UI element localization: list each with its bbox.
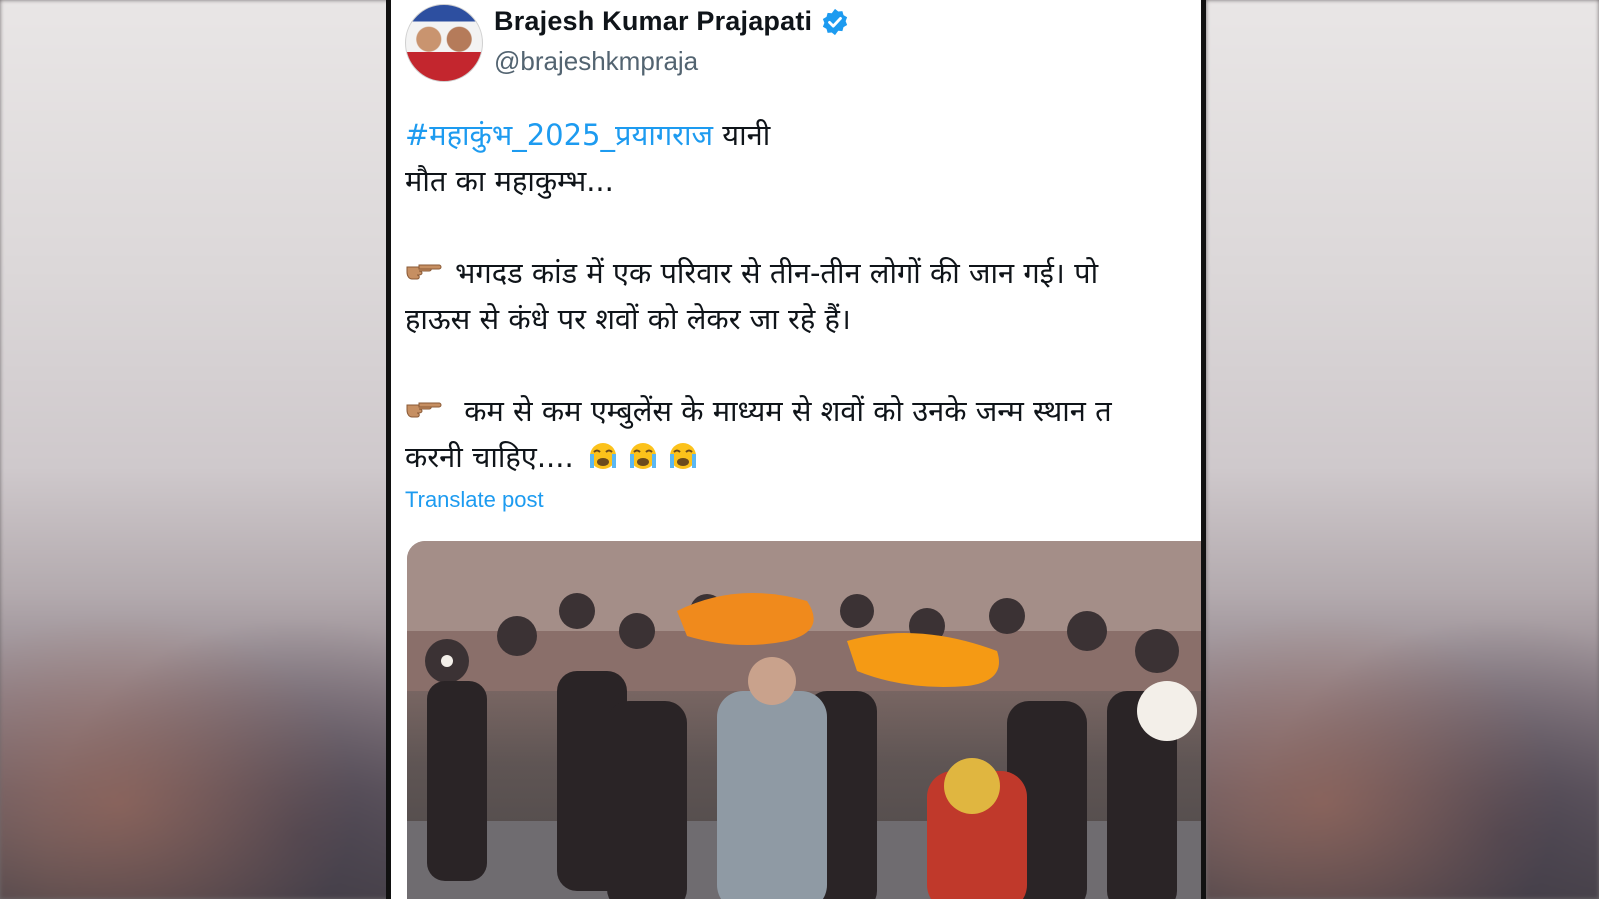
frame-border-right [1201, 0, 1206, 899]
post-line-2: मौत का महाकुम्भ... [405, 164, 614, 198]
post-line-1: #महाकुंभ_2025_प्रयागराज यानी [405, 112, 1201, 158]
post-line-6: करनी चाहिए.... [405, 434, 1201, 480]
translate-post-link[interactable]: Translate post [405, 487, 544, 513]
post-text-segment: यानी [713, 118, 771, 152]
post-media-image[interactable] [407, 541, 1201, 899]
post-text-segment: भगदड कांड में एक परिवार से तीन-तीन लोगों… [455, 256, 1099, 290]
loudly-crying-face-icon [629, 443, 656, 469]
blurred-background-right [1206, 0, 1599, 899]
author-handle[interactable]: @brajeshkmpraja [494, 46, 698, 77]
screenshot-stage: Brajesh Kumar Prajapati @brajeshkmpraja … [0, 0, 1599, 899]
author-display-name[interactable]: Brajesh Kumar Prajapati [494, 6, 812, 37]
post-line-4: हाऊस से कंधे पर शवों को लेकर जा रहे हैं। [405, 302, 851, 336]
loudly-crying-face-icon [669, 443, 696, 469]
author-name-row: Brajesh Kumar Prajapati [494, 6, 850, 37]
post-text-segment: करनी चाहिए.... [405, 440, 574, 474]
post-text-segment: कम से कम एम्बुलेंस के माध्यम से शवों को … [455, 394, 1112, 428]
post-line-3: भगदड कांड में एक परिवार से तीन-तीन लोगों… [405, 250, 1201, 296]
pointing-hand-icon [405, 250, 445, 296]
blurred-background-left [0, 0, 398, 899]
post-line-5: कम से कम एम्बुलेंस के माध्यम से शवों को … [405, 388, 1201, 434]
verified-badge-icon [823, 8, 848, 35]
avatar[interactable] [405, 4, 483, 82]
post-card: Brajesh Kumar Prajapati @brajeshkmpraja … [391, 0, 1201, 899]
loudly-crying-face-icon [589, 443, 616, 469]
post-body: #महाकुंभ_2025_प्रयागराज यानी मौत का महाक… [405, 112, 1201, 480]
pointing-hand-icon [405, 388, 445, 434]
hashtag-link[interactable]: #महाकुंभ_2025_प्रयागराज [405, 118, 713, 152]
